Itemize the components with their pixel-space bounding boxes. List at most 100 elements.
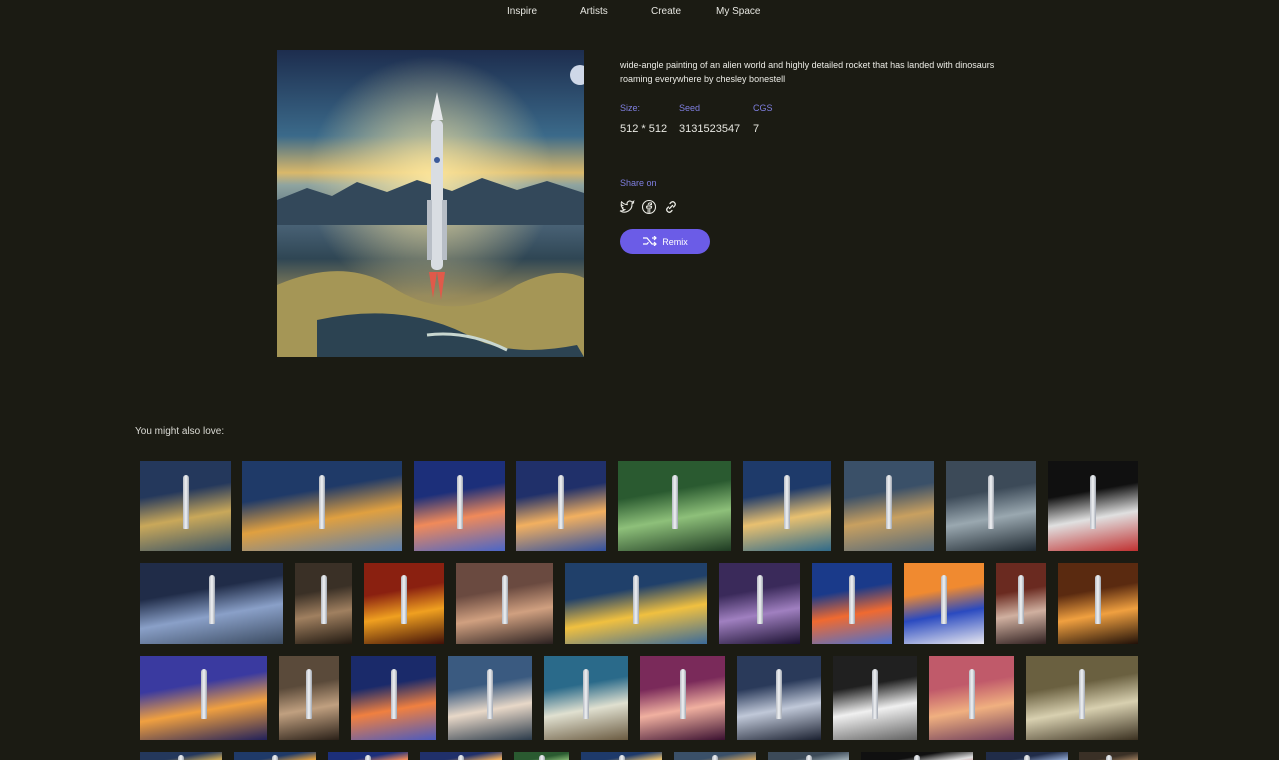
rocket-shape bbox=[365, 755, 371, 760]
rocket-shape bbox=[1018, 575, 1024, 624]
rocket-shape bbox=[456, 474, 463, 529]
rocket-shape bbox=[401, 575, 407, 624]
rocket-shape bbox=[1095, 575, 1101, 624]
nav-inspire[interactable]: Inspire bbox=[507, 6, 537, 17]
rocket-shape bbox=[178, 755, 184, 760]
related-thumbnail[interactable] bbox=[1048, 461, 1138, 551]
related-thumbnail[interactable] bbox=[140, 461, 231, 551]
related-thumbnail[interactable] bbox=[743, 461, 831, 551]
share-label: Share on bbox=[620, 178, 657, 188]
cgs-label: CGS bbox=[753, 103, 773, 113]
rocket-shape bbox=[538, 755, 545, 760]
related-thumbnail[interactable] bbox=[674, 752, 756, 760]
rocket-shape bbox=[914, 755, 920, 760]
rocket-shape bbox=[458, 755, 464, 760]
related-thumbnail[interactable] bbox=[640, 656, 725, 740]
related-thumbnail[interactable] bbox=[986, 752, 1068, 760]
related-thumbnail[interactable] bbox=[946, 461, 1036, 551]
seed-label: Seed bbox=[679, 103, 701, 113]
rocket-shape bbox=[776, 668, 782, 719]
rocket-shape bbox=[583, 668, 589, 719]
rocket-shape bbox=[319, 474, 325, 529]
rocket-shape bbox=[272, 755, 278, 760]
related-thumbnail[interactable] bbox=[737, 656, 821, 740]
related-thumbnail[interactable] bbox=[719, 563, 800, 644]
rocket-shape bbox=[784, 474, 790, 529]
related-thumbnail[interactable] bbox=[812, 563, 892, 644]
related-thumbnail[interactable] bbox=[140, 752, 222, 760]
related-thumbnail[interactable] bbox=[140, 563, 283, 644]
related-thumbnail[interactable] bbox=[420, 752, 502, 760]
seed-value: 3131523547 bbox=[679, 123, 741, 135]
rocket-shape bbox=[558, 474, 564, 529]
rocket-shape bbox=[941, 575, 947, 624]
rocket-shape bbox=[208, 575, 215, 624]
link-icon[interactable] bbox=[663, 199, 679, 215]
rocket-shape bbox=[805, 755, 812, 760]
rocket-shape bbox=[1090, 474, 1096, 529]
related-thumbnail[interactable] bbox=[514, 752, 569, 760]
rocket-shape bbox=[988, 474, 994, 529]
facebook-icon[interactable] bbox=[641, 199, 657, 215]
nav-my-space[interactable]: My Space bbox=[716, 6, 760, 17]
related-thumbnail[interactable] bbox=[904, 563, 984, 644]
related-thumbnail[interactable] bbox=[242, 461, 402, 551]
prompt-text: wide-angle painting of an alien world an… bbox=[620, 60, 995, 84]
rocket-shape bbox=[849, 575, 855, 624]
rocket-shape bbox=[872, 668, 878, 719]
rocket-shape bbox=[618, 755, 625, 760]
rocket-shape bbox=[1105, 755, 1112, 760]
related-thumbnail[interactable] bbox=[1058, 563, 1138, 644]
related-thumbnail[interactable] bbox=[279, 656, 339, 740]
rocket-shape bbox=[712, 755, 718, 760]
rocket-shape bbox=[886, 474, 892, 529]
rocket-shape bbox=[671, 474, 678, 529]
rocket-shape bbox=[633, 575, 639, 624]
related-thumbnail[interactable] bbox=[929, 656, 1014, 740]
related-thumbnail[interactable] bbox=[364, 563, 444, 644]
related-thumbnail[interactable] bbox=[516, 461, 606, 551]
rocket-shape bbox=[501, 575, 508, 624]
remix-label: Remix bbox=[662, 236, 688, 247]
rocket-shape bbox=[756, 575, 763, 624]
related-thumbnail[interactable] bbox=[581, 752, 662, 760]
size-label: Size: bbox=[620, 103, 641, 113]
rocket-shape bbox=[679, 668, 686, 719]
related-thumbnail[interactable] bbox=[544, 656, 628, 740]
size-value: 512 * 512 bbox=[620, 123, 668, 135]
cgs-value: 7 bbox=[753, 123, 760, 135]
related-thumbnail[interactable] bbox=[861, 752, 973, 760]
related-title: You might also love: bbox=[135, 426, 225, 437]
related-thumbnail[interactable] bbox=[996, 563, 1046, 644]
related-thumbnail[interactable] bbox=[295, 563, 352, 644]
related-thumbnail[interactable] bbox=[456, 563, 553, 644]
rocket-shape bbox=[968, 668, 975, 719]
remix-button[interactable]: Remix bbox=[620, 229, 710, 254]
related-thumbnail[interactable] bbox=[414, 461, 505, 551]
related-thumbnail[interactable] bbox=[1026, 656, 1138, 740]
rocket-artwork bbox=[277, 50, 584, 357]
nav-artists[interactable]: Artists bbox=[580, 6, 608, 17]
related-thumbnail[interactable] bbox=[448, 656, 532, 740]
related-thumbnail[interactable] bbox=[768, 752, 849, 760]
twitter-icon[interactable] bbox=[619, 199, 635, 215]
related-thumbnail[interactable] bbox=[618, 461, 731, 551]
rocket-shape bbox=[200, 668, 207, 719]
related-thumbnail[interactable] bbox=[565, 563, 707, 644]
rocket-shape bbox=[1024, 755, 1030, 760]
rocket-shape bbox=[182, 474, 189, 529]
rocket-shape bbox=[390, 668, 397, 719]
related-thumbnail[interactable] bbox=[844, 461, 934, 551]
related-thumbnail[interactable] bbox=[234, 752, 316, 760]
related-thumbnail[interactable] bbox=[1079, 752, 1138, 760]
rocket-shape bbox=[306, 668, 312, 719]
related-thumbnail[interactable] bbox=[140, 656, 267, 740]
rocket-shape bbox=[320, 575, 327, 624]
related-thumbnail[interactable] bbox=[328, 752, 408, 760]
nav-create[interactable]: Create bbox=[651, 6, 681, 17]
artwork-image bbox=[277, 50, 584, 357]
rocket-shape bbox=[1079, 668, 1085, 719]
top-nav: Inspire Artists Create My Space bbox=[0, 0, 1279, 26]
related-thumbnail[interactable] bbox=[351, 656, 436, 740]
related-thumbnail[interactable] bbox=[833, 656, 917, 740]
